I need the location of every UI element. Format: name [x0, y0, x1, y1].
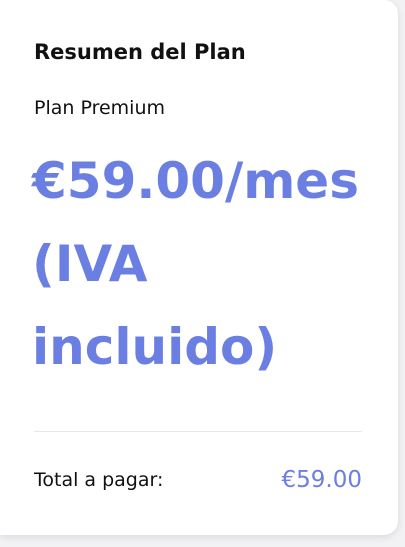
plan-price: €59.00/mes (IVA incluido) [32, 152, 359, 376]
plan-name: Plan Premium [34, 97, 166, 119]
card-title: Resumen del Plan [34, 40, 246, 64]
divider [34, 431, 362, 432]
total-row: Total a pagar: €59.00 [34, 463, 362, 497]
total-value: €59.00 [281, 467, 362, 493]
total-label: Total a pagar: [34, 469, 164, 491]
plan-summary-card: Resumen del Plan Plan Premium €59.00/mes… [0, 0, 398, 535]
